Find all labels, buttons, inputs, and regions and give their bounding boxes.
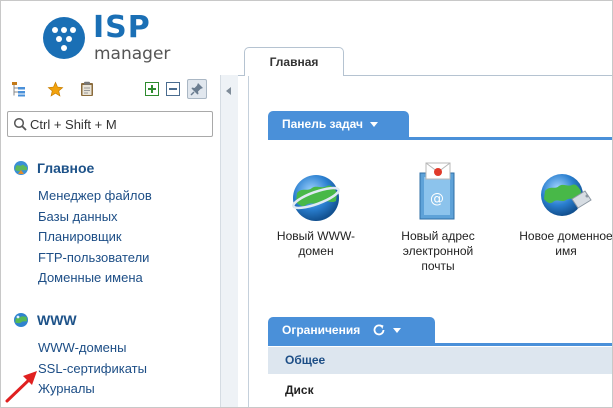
clipboard-button[interactable]: [77, 79, 97, 99]
tree-view-button[interactable]: [9, 79, 29, 99]
menu-search-input[interactable]: [30, 115, 210, 133]
tab-main[interactable]: Главная: [244, 47, 344, 76]
task-new-email[interactable]: @ Новый адрес электронной почты: [388, 161, 488, 274]
limits-panel-title: Ограничения: [282, 323, 361, 337]
menu-item-domain-names[interactable]: Доменные имена: [38, 268, 152, 289]
chevron-down-icon: [393, 327, 402, 333]
refresh-icon[interactable]: [372, 323, 386, 337]
menu-item-ssl-certificates[interactable]: SSL-сертификаты: [38, 359, 147, 380]
chevron-down-icon: [370, 121, 378, 127]
sidebar: Главное Менеджер файлов Базы данных План…: [1, 67, 219, 407]
collapse-all-button[interactable]: [163, 79, 183, 99]
task-panel-header[interactable]: Панель задач: [268, 111, 409, 137]
menu-item-ftp-users[interactable]: FTP-пользователи: [38, 248, 152, 269]
limits-panel-header[interactable]: Ограничения: [268, 317, 435, 343]
tree-view-icon: [12, 82, 25, 97]
task-new-domain-name-label: Новое доменное имя: [519, 229, 613, 258]
section-www-title: WWW: [37, 312, 77, 328]
home-globe-icon: [14, 161, 28, 175]
search-icon: [13, 117, 27, 131]
task-panel-title: Панель задач: [282, 117, 363, 131]
annotation-arrow-icon: [5, 371, 37, 403]
sidebar-toolbar: [9, 79, 214, 101]
expand-all-button[interactable]: [142, 79, 162, 99]
menu-item-logs[interactable]: Журналы: [38, 379, 147, 400]
clipboard-icon: [81, 81, 93, 96]
ispmanager-logo: ISP manager: [43, 9, 183, 65]
logo-mark-icon: [43, 17, 85, 59]
section-main-menu: Менеджер файлов Базы данных Планировщик …: [38, 186, 152, 289]
section-main[interactable]: Главное: [13, 158, 94, 178]
minus-box-icon: [166, 82, 180, 96]
collapse-sidebar-icon[interactable]: [226, 87, 231, 95]
limits-panel-underline: [268, 343, 612, 346]
section-www-menu: WWW-домены SSL-сертификаты Журналы: [38, 338, 147, 400]
menu-item-scheduler[interactable]: Планировщик: [38, 227, 152, 248]
limits-group-general: Общее: [268, 347, 612, 374]
menu-search-field[interactable]: [7, 111, 213, 137]
globe-tag-icon: [541, 174, 592, 216]
section-www[interactable]: WWW: [13, 310, 77, 330]
svg-text:@: @: [430, 191, 444, 207]
limits-row-disk: Диск: [285, 383, 314, 397]
star-icon: [47, 81, 63, 97]
logo-brand-text: ISP: [93, 10, 151, 45]
app-window: ISP manager Ctrl + Shift + M Главное Мен…: [0, 0, 613, 408]
menu-item-databases[interactable]: Базы данных: [38, 207, 152, 228]
plus-box-icon: [145, 82, 159, 96]
section-main-title: Главное: [37, 160, 95, 176]
globe-icon: [292, 175, 340, 221]
task-new-email-label: Новый адрес электронной почты: [401, 229, 475, 273]
task-new-www-domain[interactable]: Новый WWW-домен: [266, 171, 366, 259]
pin-icon: [190, 83, 203, 96]
menu-item-www-domains[interactable]: WWW-домены: [38, 338, 147, 359]
task-panel-underline: [268, 137, 612, 140]
www-globe-icon: [14, 313, 28, 327]
mail-address-icon: @: [419, 162, 455, 220]
tab-main-label: Главная: [269, 55, 319, 69]
logo-sub-text: manager: [94, 44, 171, 64]
task-new-domain-name[interactable]: Новое доменное имя: [516, 169, 613, 259]
favorites-button[interactable]: [45, 79, 65, 99]
task-new-www-domain-label: Новый WWW-домен: [276, 229, 356, 258]
sidebar-splitter[interactable]: [220, 75, 238, 407]
menu-item-file-manager[interactable]: Менеджер файлов: [38, 186, 152, 207]
pin-button[interactable]: [187, 79, 207, 99]
